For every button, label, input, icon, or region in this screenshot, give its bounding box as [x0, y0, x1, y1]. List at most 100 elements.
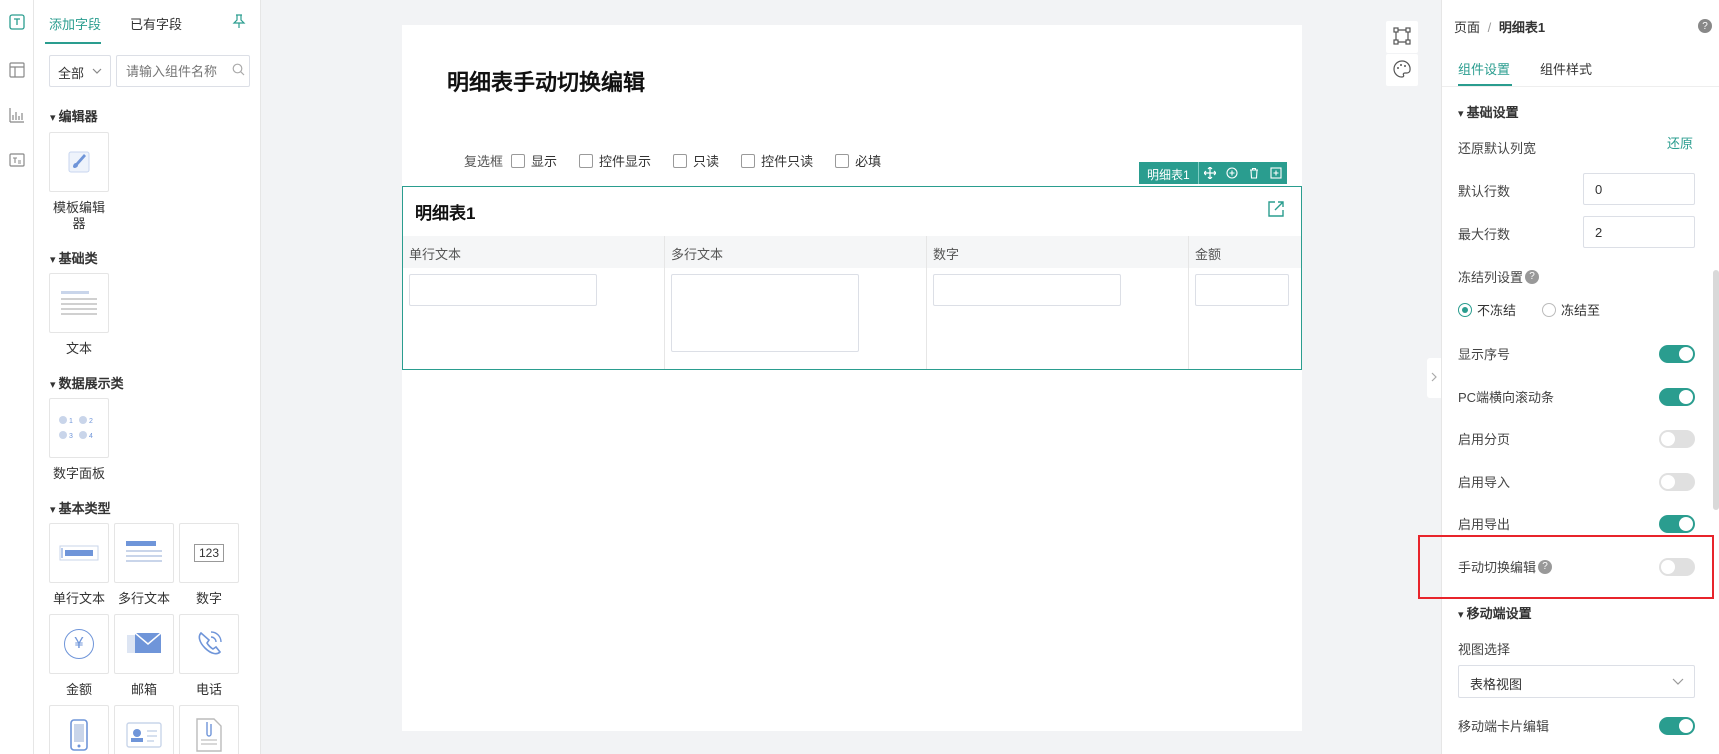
column-header: 数字: [927, 236, 1189, 268]
show-index-toggle[interactable]: [1659, 345, 1695, 363]
pc-scrollbar-toggle[interactable]: [1659, 388, 1695, 406]
number-input[interactable]: [933, 274, 1121, 306]
checkbox-box[interactable]: [673, 153, 688, 168]
checkbox-show[interactable]: 显示: [511, 151, 557, 170]
radio-dot[interactable]: [1458, 302, 1472, 317]
mobile-card-edit-toggle[interactable]: [1659, 717, 1695, 735]
tab-existing-field[interactable]: 已有字段: [130, 14, 182, 33]
comp-text[interactable]: 文本: [49, 273, 109, 357]
open-external-icon[interactable]: [1267, 200, 1285, 221]
comp-multi-line-text[interactable]: 多行文本: [114, 523, 174, 607]
checkbox-label: 控件显示: [599, 154, 652, 169]
settings-panel: 页面 / 明细表1 ? 组件设置 组件样式 基础设置 还原默认列宽 还原 默认行…: [1441, 0, 1719, 754]
search-input[interactable]: [116, 55, 250, 87]
default-rows-input[interactable]: [1583, 173, 1695, 205]
category-filter-value: 全部: [58, 66, 85, 81]
single-line-input[interactable]: [409, 274, 597, 306]
comp-email[interactable]: 邮箱: [114, 614, 174, 698]
layout-icon[interactable]: [8, 61, 26, 79]
view-select[interactable]: 表格视图: [1458, 665, 1695, 698]
collapse-panel-button[interactable]: [1427, 358, 1441, 398]
column-header: 单行文本: [403, 236, 665, 268]
help-icon[interactable]: ?: [1698, 19, 1712, 33]
table-cell: [927, 268, 1189, 369]
search-icon[interactable]: [232, 63, 245, 79]
amount-input[interactable]: [1195, 274, 1289, 306]
checkbox-readonly[interactable]: 只读: [673, 151, 719, 170]
multi-line-input[interactable]: [671, 274, 859, 352]
theme-button[interactable]: [1386, 54, 1418, 86]
import-toggle[interactable]: [1659, 473, 1695, 491]
column-header: 多行文本: [665, 236, 927, 268]
section-basic-settings[interactable]: 基础设置: [1458, 102, 1519, 121]
breadcrumb-root[interactable]: 页面: [1454, 20, 1480, 35]
comp-single-line-text[interactable]: 单行文本: [49, 523, 109, 607]
checkbox-box[interactable]: [579, 153, 594, 168]
node-tree-button[interactable]: [1386, 21, 1418, 53]
comp-amount[interactable]: ¥ 金额: [49, 614, 109, 698]
comp-label: 单行文本: [52, 591, 105, 606]
selected-component-name: 明细表1: [1139, 162, 1199, 184]
section-editor: 编辑器: [50, 106, 98, 125]
brush-icon: [49, 132, 109, 192]
tab-component-style[interactable]: 组件样式: [1540, 59, 1592, 78]
checkbox-box[interactable]: [511, 153, 526, 168]
toggle-label-show-index: 显示序号: [1458, 347, 1511, 362]
toggle-knob: [1679, 517, 1693, 531]
toggle-knob: [1661, 475, 1675, 489]
comp-label: 电话: [195, 682, 222, 697]
checkbox-required[interactable]: 必填: [835, 151, 881, 170]
pin-icon[interactable]: [232, 14, 246, 31]
delete-icon[interactable]: [1243, 162, 1265, 184]
detail-table-toolbar: 明细表1: [1139, 162, 1287, 184]
currency-icon: ¥: [49, 614, 109, 674]
tab-underline: [45, 42, 101, 44]
move-icon[interactable]: [1199, 162, 1221, 184]
comp-mobile[interactable]: [49, 705, 109, 754]
mobile-icon: [49, 705, 109, 754]
comp-number[interactable]: 123 数字: [179, 523, 239, 607]
max-rows-label: 最大行数: [1458, 227, 1511, 242]
number-icon: 123: [179, 523, 239, 583]
chart-icon[interactable]: [8, 106, 26, 124]
settings-scrollbar[interactable]: [1713, 270, 1719, 510]
checkbox-box[interactable]: [741, 153, 756, 168]
comp-label: 邮箱: [130, 682, 157, 697]
comp-template-editor[interactable]: 模板编辑器: [49, 132, 109, 232]
toggle-knob: [1679, 390, 1693, 404]
add-square-icon[interactable]: [1265, 162, 1287, 184]
restore-link[interactable]: 还原: [1667, 133, 1693, 152]
checkbox-control-show[interactable]: 控件显示: [579, 151, 651, 170]
max-rows-input[interactable]: [1583, 216, 1695, 248]
comp-number-panel[interactable]: 1 2 3 4 数字面板: [49, 398, 109, 482]
comp-id-card[interactable]: [114, 705, 174, 754]
add-circle-icon[interactable]: [1221, 162, 1243, 184]
checkbox-control-readonly[interactable]: 控件只读: [741, 151, 813, 170]
checkbox-group: 复选框 显示 控件显示 只读 控件只读 必填: [464, 151, 903, 170]
toggle-label-pagination: 启用分页: [1458, 432, 1511, 447]
radio-freeze-to[interactable]: 冻结至: [1542, 300, 1600, 319]
comp-label: 数字面板: [52, 466, 105, 481]
detail-table[interactable]: 明细表1 单行文本 多行文本 数字 金额: [402, 186, 1302, 370]
comp-phone[interactable]: 电话: [179, 614, 239, 698]
tab-component-settings[interactable]: 组件设置: [1458, 59, 1510, 78]
checkbox-label: 必填: [855, 154, 882, 169]
checkbox-box[interactable]: [835, 153, 850, 168]
radio-no-freeze[interactable]: 不冻结: [1458, 300, 1516, 319]
text-field-icon[interactable]: [8, 13, 26, 31]
comp-attachment[interactable]: [179, 705, 239, 754]
question-icon[interactable]: ?: [1525, 269, 1540, 284]
radio-dot[interactable]: [1542, 302, 1556, 317]
category-filter[interactable]: 全部: [49, 55, 111, 87]
pagination-toggle[interactable]: [1659, 430, 1695, 448]
checkbox-group-label: 复选框: [464, 154, 504, 169]
section-mobile-settings[interactable]: 移动端设置: [1458, 603, 1532, 622]
view-select-label: 视图选择: [1458, 642, 1511, 657]
text-block-icon[interactable]: [8, 151, 26, 169]
comp-label: 金额: [65, 682, 92, 697]
comp-label: 文本: [65, 341, 92, 356]
svg-text:4: 4: [89, 433, 93, 440]
reset-width-label: 还原默认列宽: [1458, 141, 1537, 156]
export-toggle[interactable]: [1659, 515, 1695, 533]
tab-add-field[interactable]: 添加字段: [49, 14, 101, 33]
